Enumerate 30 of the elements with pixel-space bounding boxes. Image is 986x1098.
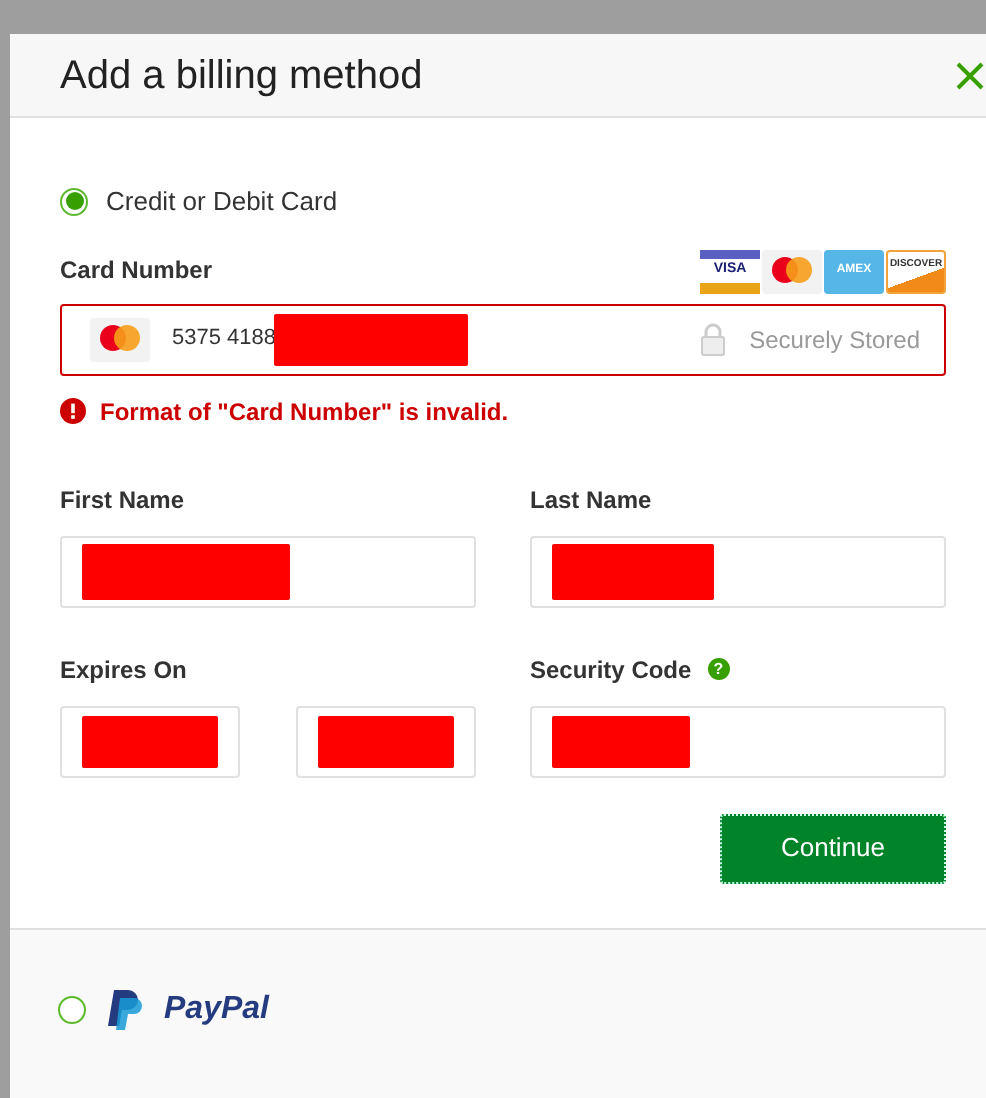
text-field[interactable]: [296, 705, 476, 777]
error-icon: [60, 398, 86, 424]
redaction-block: [318, 715, 454, 767]
field-label: Security Code: [530, 653, 692, 687]
radio-button[interactable]: [58, 996, 86, 1024]
field-label: Expires On: [60, 653, 189, 687]
card-number-field[interactable]: 5375 4188 Securely Stored: [60, 303, 946, 375]
help-icon[interactable]: ?: [707, 658, 730, 680]
error-message: Format of "Card Number" is invalid.: [100, 395, 509, 429]
continue-button[interactable]: Continue: [720, 813, 946, 883]
dialog-title: Add a billing method: [60, 51, 423, 101]
text-field[interactable]: [60, 705, 240, 777]
mastercard-icon: [762, 249, 822, 293]
secure-hint: Securely Stored: [749, 323, 920, 357]
text-field[interactable]: [60, 535, 476, 607]
radio-button[interactable]: [60, 187, 88, 216]
text-field[interactable]: [530, 535, 946, 607]
redaction-block: [552, 715, 690, 767]
mastercard-icon: [90, 315, 150, 363]
field-label: Card Number: [60, 253, 213, 287]
text-field[interactable]: [530, 705, 946, 777]
close-icon[interactable]: [956, 61, 984, 89]
redaction-block: [82, 715, 218, 767]
paypal-label: PayPal: [164, 990, 269, 1030]
field-label: First Name: [60, 483, 187, 517]
lock-icon: [699, 322, 726, 356]
field-label: Last Name: [530, 483, 654, 517]
card-number-value: 5375 4188: [172, 324, 276, 355]
paypal-logo-icon: [106, 988, 144, 1032]
radio-label: Credit or Debit Card: [106, 184, 338, 220]
